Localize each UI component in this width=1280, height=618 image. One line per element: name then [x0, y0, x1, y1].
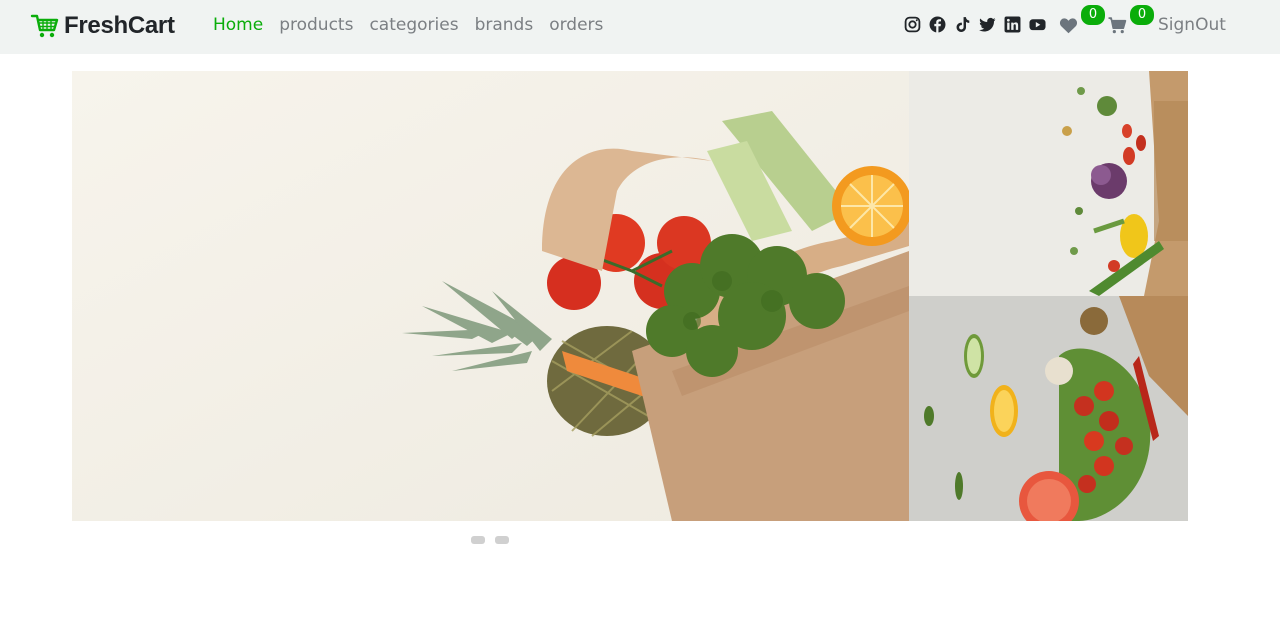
nav-link-products[interactable]: products [279, 14, 353, 36]
youtube-icon[interactable] [1029, 16, 1046, 33]
instagram-icon[interactable] [904, 16, 921, 33]
social-links [904, 16, 1054, 33]
wishlist-count-badge: 0 [1081, 5, 1105, 25]
nav-link-brands[interactable]: brands [475, 14, 534, 36]
nav-link-categories[interactable]: categories [369, 14, 458, 36]
hero-main-slide-image[interactable] [72, 71, 909, 521]
hero-side-image-bottom[interactable] [909, 296, 1188, 521]
linkedin-icon[interactable] [1004, 16, 1021, 33]
twitter-icon[interactable] [979, 16, 996, 33]
brand-logo[interactable]: FreshCart [30, 11, 175, 41]
hero-side-image-top[interactable] [909, 71, 1188, 296]
brand-name: FreshCart [64, 12, 175, 39]
grocery-bag-image [72, 71, 909, 521]
main-nav: Home products categories brands orders [213, 14, 619, 36]
signout-link[interactable]: SignOut [1158, 14, 1226, 36]
navbar: FreshCart Home products categories brand… [0, 0, 1280, 54]
vegetables-top-image [909, 71, 1188, 296]
heart-icon [1059, 18, 1078, 34]
cart-icon [30, 14, 59, 38]
slider-dots [471, 536, 509, 544]
slider-dot-2[interactable] [495, 536, 509, 544]
nav-link-home[interactable]: Home [213, 14, 263, 36]
vegetables-bottom-image [909, 296, 1188, 521]
cart-count-badge: 0 [1130, 5, 1154, 25]
facebook-icon[interactable] [929, 16, 946, 33]
cart-icon [1108, 17, 1127, 34]
nav-link-orders[interactable]: orders [549, 14, 603, 36]
slider-dot-1[interactable] [471, 536, 485, 544]
hero-banner [72, 71, 1188, 521]
cart-button[interactable]: 0 [1108, 5, 1154, 35]
wishlist-button[interactable]: 0 [1059, 5, 1105, 35]
tiktok-icon[interactable] [954, 16, 971, 33]
